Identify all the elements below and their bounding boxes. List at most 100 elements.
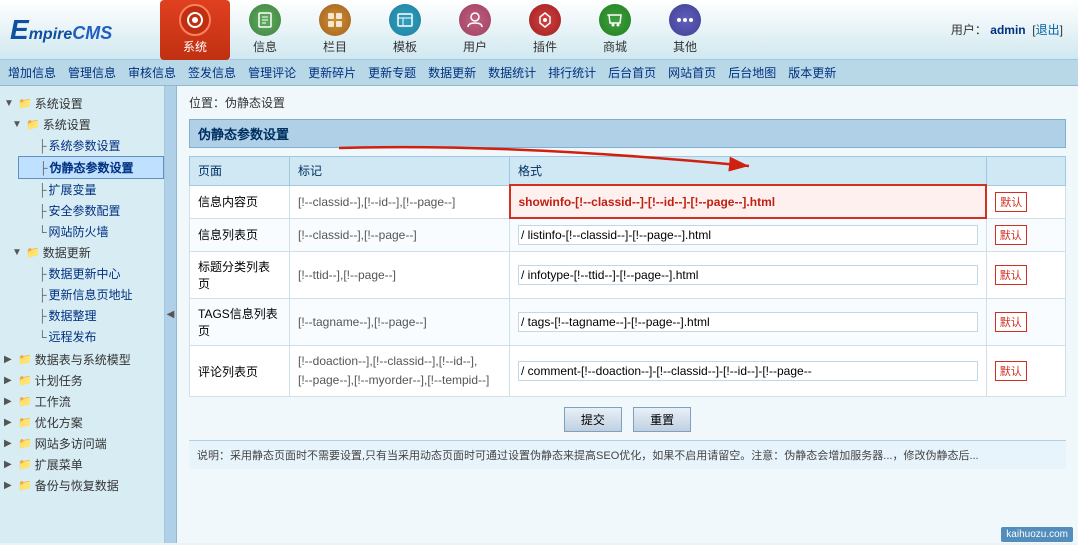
expand-icon-extmenu: ▶ [4, 459, 16, 471]
row5-format-input[interactable] [518, 361, 978, 381]
row4-default-btn[interactable]: 默认 [995, 312, 1027, 332]
toolbar-data-update[interactable]: 数据更新 [428, 64, 476, 81]
sidebar-security-label: 安全参数配置 [49, 202, 121, 219]
row4-format-input[interactable] [518, 312, 978, 332]
table-row: 评论列表页 [!--doaction--],[!--classid--],[!-… [190, 346, 1066, 397]
folder-icon-system: 📁 [18, 97, 32, 110]
folder-icon-data: 📁 [26, 246, 40, 259]
sidebar-item-data-model[interactable]: ▶ 📁 数据表与系统模型 [0, 349, 164, 370]
note: 说明：采用静态页面时不需要设置,只有当采用动态页面时可通过设置伪静态来提高SEO… [189, 440, 1066, 469]
toolbar-data-stats[interactable]: 数据统计 [488, 64, 536, 81]
user-info: 用户： admin [退出] [951, 21, 1078, 38]
row4-default: 默认 [986, 299, 1065, 346]
sidebar-item-multisite[interactable]: ▶ 📁 网站多访问端 [0, 433, 164, 454]
nav-item-tpl[interactable]: 模板 [370, 0, 440, 60]
sidebar-item-data-center[interactable]: ├ 数据更新中心 [18, 263, 164, 284]
sidebar-optimize-label: 优化方案 [35, 414, 83, 431]
row4-format[interactable] [510, 299, 987, 346]
watermark: kaihuozu.com [1001, 528, 1073, 540]
sidebar-item-firewall[interactable]: └ 网站防火墙 [18, 221, 164, 242]
table-row: 信息列表页 [!--classid--],[!--page--] 默认 [190, 218, 1066, 252]
nav-item-col[interactable]: 栏目 [300, 0, 370, 60]
row1-default-btn[interactable]: 默认 [995, 192, 1027, 212]
table-row: 信息内容页 [!--classid--],[!--id--],[!--page-… [190, 185, 1066, 218]
nav-item-other[interactable]: 其他 [650, 0, 720, 60]
toolbar-version-update[interactable]: 版本更新 [788, 64, 836, 81]
folder-icon-extmenu: 📁 [18, 458, 32, 471]
row3-default-btn[interactable]: 默认 [995, 265, 1027, 285]
logout-link[interactable]: 退出 [1036, 23, 1060, 37]
row5-format[interactable] [510, 346, 987, 397]
row1-format-input[interactable] [519, 195, 799, 209]
row2-format-input[interactable] [518, 225, 978, 245]
note-text: 说明：采用静态页面时不需要设置,只有当采用动态页面时可通过设置伪静态来提高SEO… [197, 450, 979, 462]
expand-icon-schedule: ▶ [4, 375, 16, 387]
sidebar-sys-label: 系统设置 [35, 95, 83, 112]
toolbar-rank-stats[interactable]: 排行统计 [548, 64, 596, 81]
sidebar-ext-menu-label: 扩展菜单 [35, 456, 83, 473]
sidebar-item-backup[interactable]: ▶ 📁 备份与恢复数据 [0, 475, 164, 496]
row2-page: 信息列表页 [190, 218, 290, 252]
row3-page: 标题分类列表页 [190, 252, 290, 299]
sidebar-toggle[interactable]: ◀ [165, 86, 177, 543]
toolbar-publish-info[interactable]: 签发信息 [188, 64, 236, 81]
submit-button[interactable]: 提交 [564, 407, 622, 432]
row2-mark: [!--classid--],[!--page--] [290, 218, 510, 252]
toolbar-manage-comment[interactable]: 管理评论 [248, 64, 296, 81]
sidebar-extend-label: 扩展变量 [49, 181, 97, 198]
sidebar-item-ext-menu[interactable]: ▶ 📁 扩展菜单 [0, 454, 164, 475]
col-icon [319, 4, 351, 36]
reset-button[interactable]: 重置 [633, 407, 691, 432]
toolbar-manage-info[interactable]: 管理信息 [68, 64, 116, 81]
sidebar-item-workflow[interactable]: ▶ 📁 工作流 [0, 391, 164, 412]
sidebar-data-update-group[interactable]: ▼ 📁 数据更新 [8, 242, 164, 263]
row3-default: 默认 [986, 252, 1065, 299]
toolbar-update-fragment[interactable]: 更新碎片 [308, 64, 356, 81]
nav-info-label: 信息 [253, 38, 277, 55]
row4-mark: [!--tagname--],[!--page--] [290, 299, 510, 346]
nav-item-plugin[interactable]: 插件 [510, 0, 580, 60]
sidebar-item-pseudo-static[interactable]: ├ 伪静态参数设置 [18, 156, 164, 179]
nav-item-info[interactable]: 信息 [230, 0, 300, 60]
sidebar-item-update-addr[interactable]: ├ 更新信息页地址 [18, 284, 164, 305]
sidebar-firewall-label: 网站防火墙 [49, 223, 109, 240]
row3-format-input[interactable] [518, 265, 978, 285]
row3-format[interactable] [510, 252, 987, 299]
row2-default-btn[interactable]: 默认 [995, 225, 1027, 245]
toolbar-update-special[interactable]: 更新专题 [368, 64, 416, 81]
sidebar-title-system[interactable]: ▼ 📁 系统设置 [0, 93, 164, 114]
sidebar-item-remote-pub[interactable]: └ 远程发布 [18, 326, 164, 347]
row2-default: 默认 [986, 218, 1065, 252]
sidebar-item-extend-var[interactable]: ├ 扩展变量 [18, 179, 164, 200]
user-icon [459, 4, 491, 36]
toolbar-admin-map[interactable]: 后台地图 [728, 64, 776, 81]
row5-default-btn[interactable]: 默认 [995, 361, 1027, 381]
sidebar-item-security[interactable]: ├ 安全参数配置 [18, 200, 164, 221]
content-area: 位置：伪静态设置 伪静态参数设置 页面 标记 格式 [177, 86, 1078, 543]
toolbar-site-home[interactable]: 网站首页 [668, 64, 716, 81]
folder-icon-multisite: 📁 [18, 437, 32, 450]
folder-icon-sub: 📁 [26, 118, 40, 131]
toolbar-review-info[interactable]: 审核信息 [128, 64, 176, 81]
row2-format[interactable] [510, 218, 987, 252]
sidebar-section-system: ▼ 📁 系统设置 ▼ 📁 系统设置 ├ 系统参数设置 ├ 伪 [0, 93, 164, 347]
sidebar-subsys-group[interactable]: ▼ 📁 系统设置 [8, 114, 164, 135]
row5-default: 默认 [986, 346, 1065, 397]
other-icon [669, 4, 701, 36]
toolbar-admin-home[interactable]: 后台首页 [608, 64, 656, 81]
nav-item-sys[interactable]: 系统 [160, 0, 230, 60]
expand-icon-backup: ▶ [4, 480, 16, 492]
sidebar-item-sys-params[interactable]: ├ 系统参数设置 [18, 135, 164, 156]
expand-icon-model: ▶ [4, 354, 16, 366]
nav-item-shop[interactable]: 商城 [580, 0, 650, 60]
toolbar-add-info[interactable]: 增加信息 [8, 64, 56, 81]
sidebar-item-data-manage[interactable]: ├ 数据整理 [18, 305, 164, 326]
row1-format[interactable] [510, 185, 987, 218]
row4-page: TAGS信息列表页 [190, 299, 290, 346]
nav-item-user[interactable]: 用户 [440, 0, 510, 60]
row1-page: 信息内容页 [190, 185, 290, 218]
sidebar-update-addr-label: 更新信息页地址 [49, 286, 133, 303]
sidebar-item-optimize[interactable]: ▶ 📁 优化方案 [0, 412, 164, 433]
shop-icon [599, 4, 631, 36]
sidebar-item-schedule[interactable]: ▶ 📁 计划任务 [0, 370, 164, 391]
